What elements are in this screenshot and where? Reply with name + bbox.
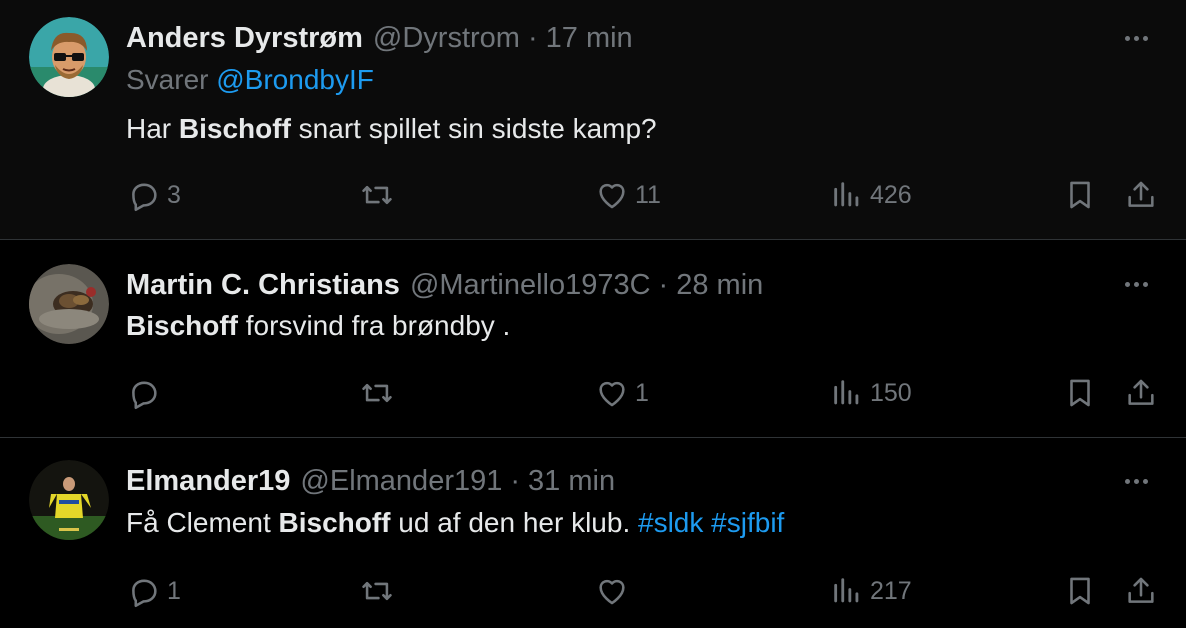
tweet-text-before: Få Clement: [126, 507, 279, 538]
tweet-header: Anders Dyrstrøm @Dyrstrom · 17 min: [126, 18, 633, 58]
tweet-card[interactable]: Elmander19 @Elmander191 · 31 min Få Clem…: [0, 438, 1186, 628]
timestamp[interactable]: 28 min: [676, 269, 763, 302]
tweet-text-highlight: Bischoff: [178, 113, 291, 144]
avatar[interactable]: [29, 460, 109, 540]
avatar-photo-icon: [29, 264, 109, 344]
reply-button[interactable]: [127, 373, 167, 413]
retweet-button[interactable]: [360, 373, 400, 413]
author-handle[interactable]: @Martinello1973C: [410, 269, 651, 302]
tweet-text-after: forsvind fra brøndby .: [238, 310, 511, 341]
bookmark-button[interactable]: [1063, 175, 1097, 215]
heart-icon: [599, 183, 625, 209]
reply-bubble-icon: [132, 381, 157, 410]
tweet-card[interactable]: Martin C. Christians @Martinello1973C · …: [0, 240, 1186, 438]
separator-dot: ·: [510, 464, 521, 497]
like-count: 1: [635, 378, 649, 407]
bookmark-button[interactable]: [1063, 373, 1097, 413]
retweet-button[interactable]: [360, 571, 400, 611]
like-button[interactable]: 11: [595, 175, 661, 215]
author-handle[interactable]: @Dyrstrom: [373, 22, 520, 55]
like-count: 11: [635, 180, 661, 209]
share-button[interactable]: [1124, 175, 1158, 215]
bookmark-icon: [1070, 181, 1090, 209]
hashtag-link[interactable]: #sjfbif: [711, 507, 784, 538]
more-dots-icon[interactable]: [1116, 471, 1156, 491]
tweet-text-after: snart spillet sin sidste kamp?: [290, 113, 657, 144]
views-count: 426: [870, 180, 912, 209]
reply-bubble-icon: [132, 183, 157, 212]
heart-icon: [599, 381, 625, 407]
like-button[interactable]: 1: [595, 373, 649, 413]
replying-to: Svarer @BrondbyIF: [126, 64, 374, 96]
tweet-text-after: ud af den her klub.: [390, 507, 639, 538]
more-dots-icon[interactable]: [1116, 274, 1156, 294]
hashtag-link[interactable]: #sldk: [638, 507, 703, 538]
analytics-bars-icon: [834, 380, 859, 405]
replying-to-label: Svarer: [126, 64, 209, 95]
tweet-text: Få Clement Bischoff ud af den her klub. …: [126, 507, 784, 539]
analytics-bars-icon: [834, 578, 859, 603]
analytics-bars-icon: [834, 182, 859, 207]
reply-button[interactable]: 3: [127, 175, 181, 215]
heart-icon: [599, 579, 625, 605]
tweet-header: Martin C. Christians @Martinello1973C · …: [126, 265, 763, 305]
retweet-arrows-icon: [362, 383, 392, 403]
bookmark-icon: [1070, 379, 1090, 407]
tweet-text-highlight: Bischoff: [278, 507, 391, 538]
timestamp[interactable]: 31 min: [528, 465, 615, 498]
tweet-text-highlight: Bischoff: [126, 310, 238, 341]
more-dots-icon[interactable]: [1116, 28, 1156, 48]
tweet-feed: Anders Dyrstrøm @Dyrstrom · 17 min Svare…: [0, 0, 1186, 628]
reply-count: 3: [167, 180, 181, 209]
avatar[interactable]: [29, 264, 109, 344]
retweet-button[interactable]: [360, 175, 400, 215]
separator-dot: ·: [527, 21, 538, 54]
retweet-arrows-icon: [362, 185, 392, 205]
like-button[interactable]: [595, 571, 635, 611]
tweet-header: Elmander19 @Elmander191 · 31 min: [126, 461, 615, 501]
views-count: 217: [870, 576, 912, 605]
reply-count: 1: [167, 576, 181, 605]
tweet-actions: 1 217: [0, 571, 1186, 611]
tweet-text-before: Har: [126, 113, 179, 144]
avatar[interactable]: [29, 17, 109, 97]
views-button[interactable]: 426: [830, 175, 912, 215]
author-handle[interactable]: @Elmander191: [300, 465, 502, 498]
retweet-arrows-icon: [362, 581, 392, 601]
tweet-text: Har Bischoff snart spillet sin sidste ka…: [126, 113, 657, 145]
share-upload-icon: [1128, 181, 1154, 207]
replying-to-mention[interactable]: @BrondbyIF: [216, 64, 374, 95]
share-button[interactable]: [1124, 571, 1158, 611]
avatar-cartoon-man-icon: [29, 17, 109, 97]
avatar-footballer-icon: [29, 460, 109, 540]
share-button[interactable]: [1124, 373, 1158, 413]
share-upload-icon: [1128, 379, 1154, 405]
reply-button[interactable]: 1: [127, 571, 181, 611]
tweet-actions: 3 11 426: [0, 175, 1186, 215]
tweet-actions: 1 150: [0, 373, 1186, 413]
separator-dot: ·: [658, 268, 669, 301]
author-name[interactable]: Elmander19: [126, 465, 290, 498]
bookmark-icon: [1070, 577, 1090, 605]
bookmark-button[interactable]: [1063, 571, 1097, 611]
views-button[interactable]: 217: [830, 571, 912, 611]
tweet-text: Bischoff forsvind fra brøndby .: [126, 310, 510, 342]
timestamp[interactable]: 17 min: [546, 22, 633, 55]
author-name[interactable]: Martin C. Christians: [126, 269, 400, 302]
share-upload-icon: [1128, 577, 1154, 603]
views-count: 150: [870, 378, 912, 407]
views-button[interactable]: 150: [830, 373, 912, 413]
author-name[interactable]: Anders Dyrstrøm: [126, 22, 363, 55]
reply-bubble-icon: [132, 579, 157, 608]
tweet-card[interactable]: Anders Dyrstrøm @Dyrstrom · 17 min Svare…: [0, 0, 1186, 240]
